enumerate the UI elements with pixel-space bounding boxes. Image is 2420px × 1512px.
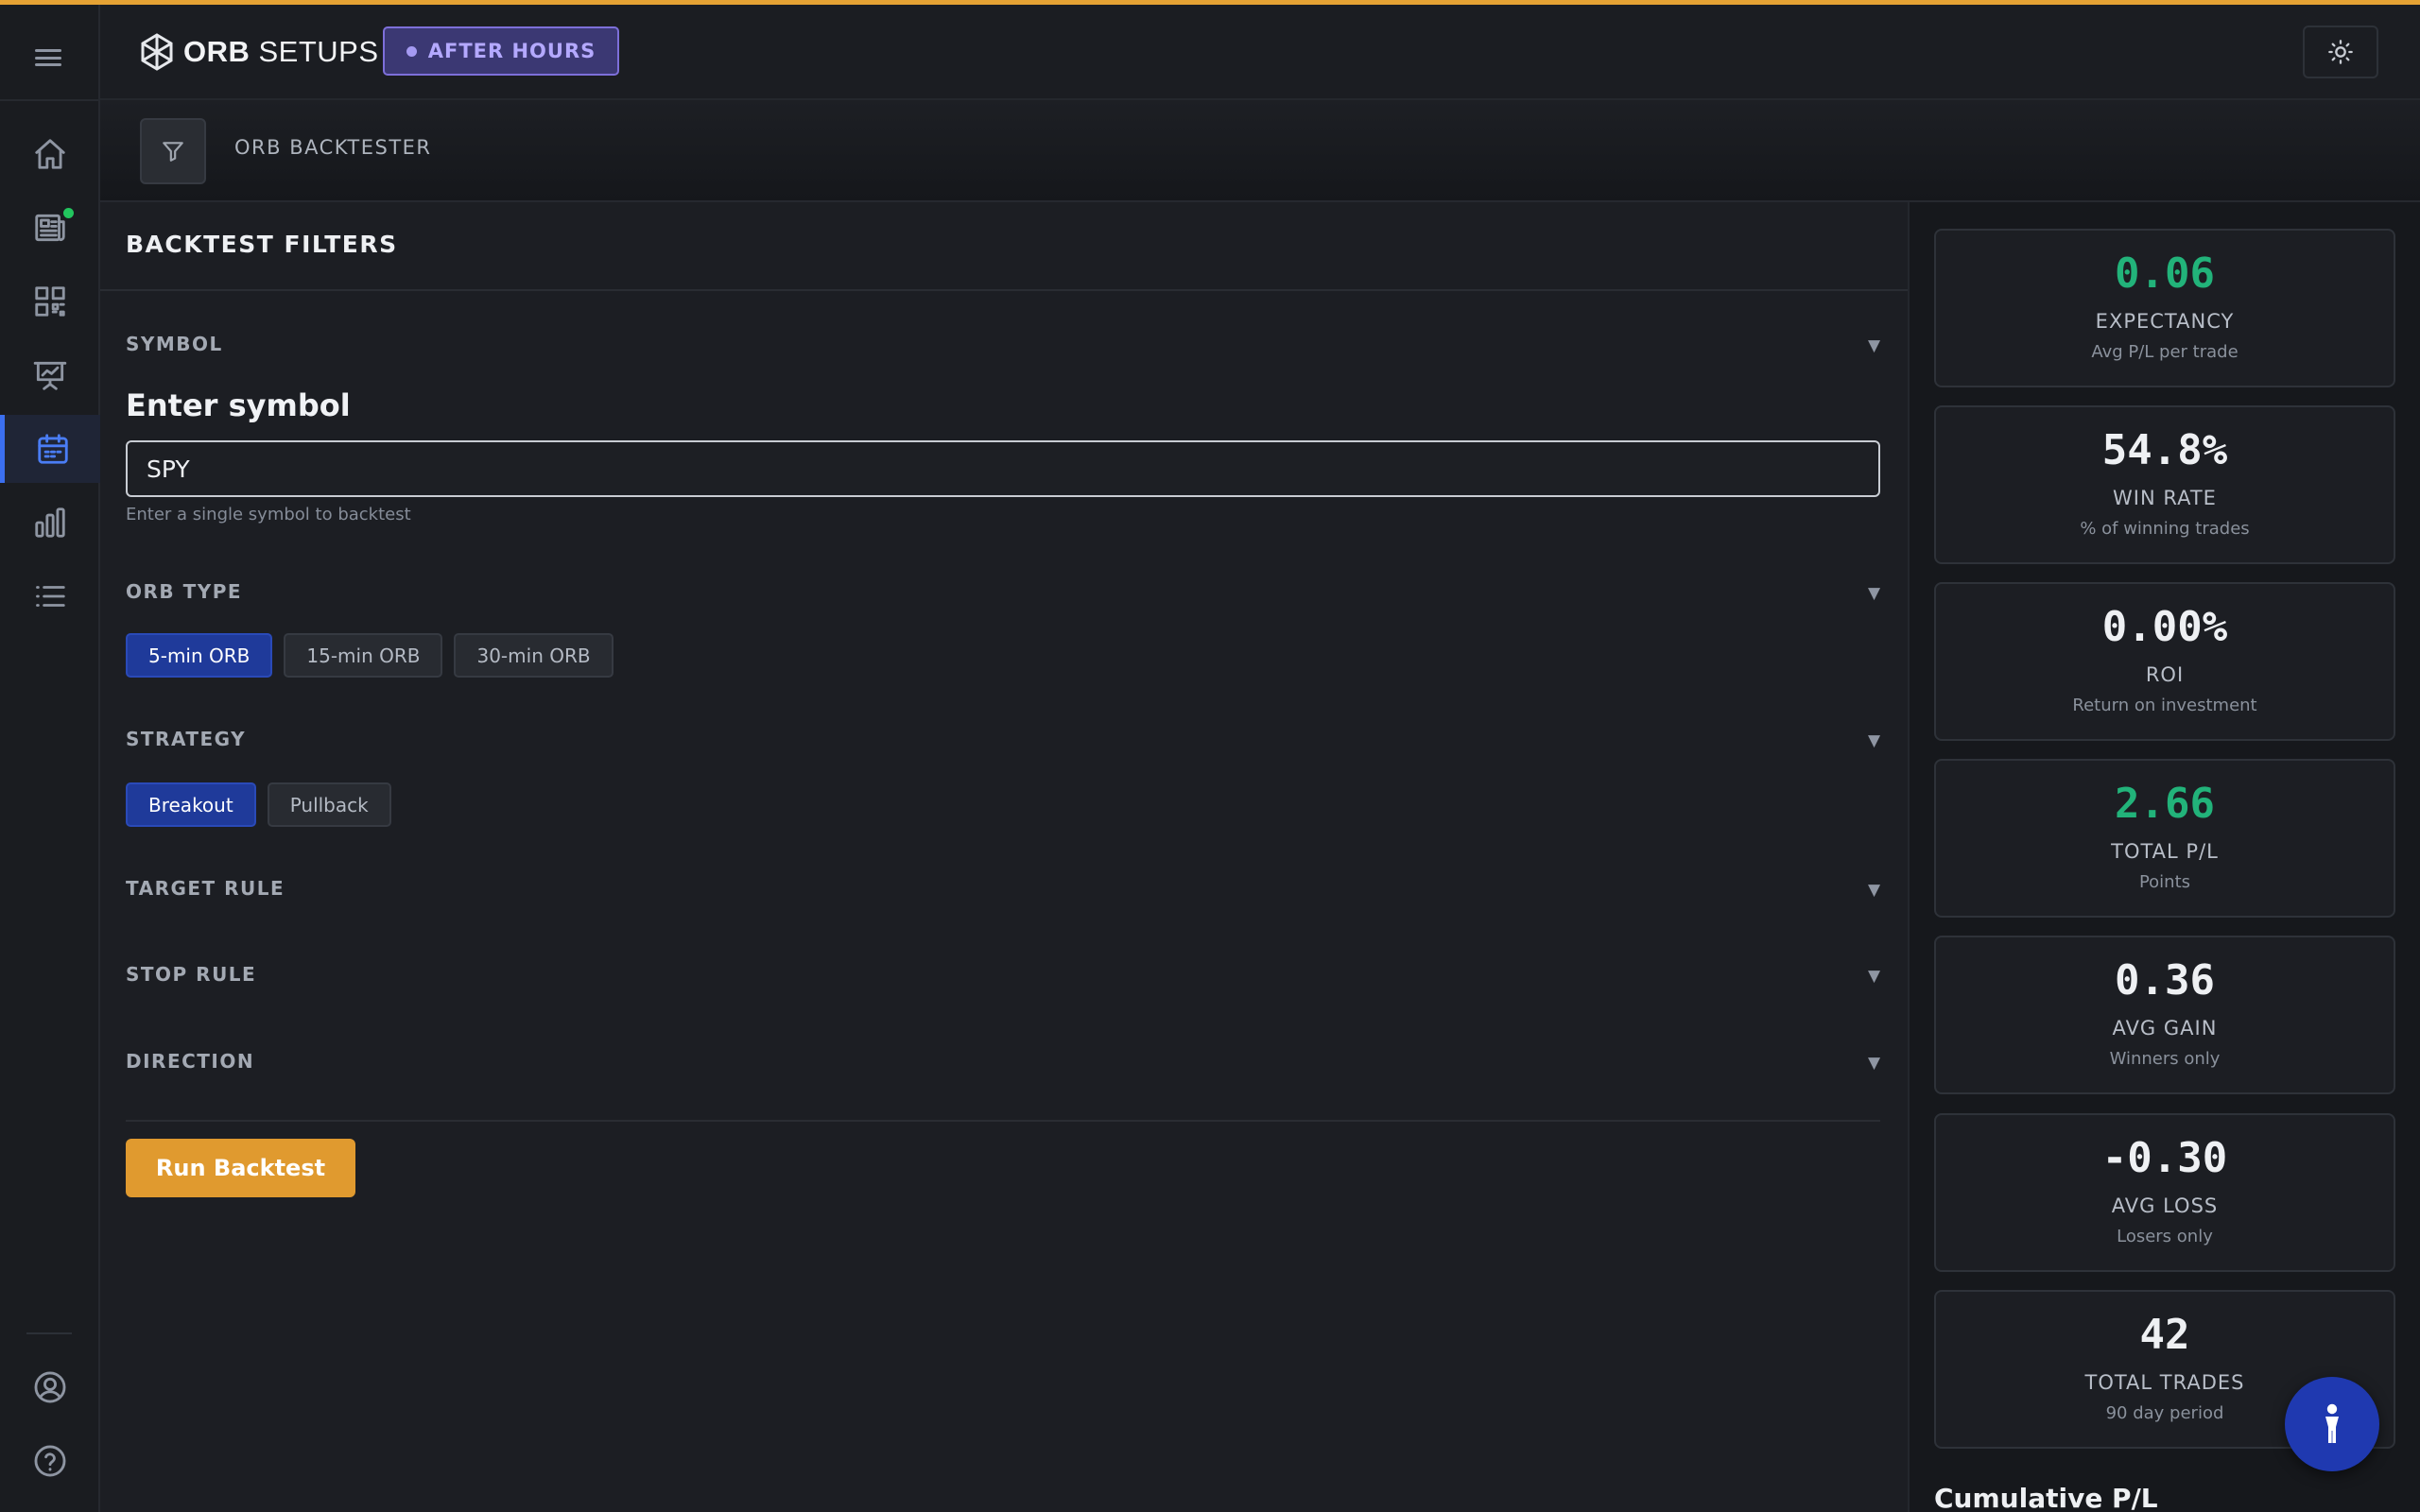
list-icon (36, 586, 65, 607)
run-backtest-button[interactable]: Run Backtest (126, 1139, 355, 1197)
sidebar-item-scanner[interactable] (0, 267, 100, 335)
newspaper-icon (35, 214, 65, 242)
section-target-rule[interactable]: TARGET RULE (126, 877, 285, 900)
calendar-icon (37, 434, 68, 464)
section-strategy[interactable]: STRATEGY (126, 728, 246, 750)
stat-label: WIN RATE (2113, 487, 2217, 509)
orb-type-5min-button[interactable]: 5-min ORB (126, 633, 273, 678)
user-circle-icon (34, 1371, 66, 1403)
filter-toggle-button[interactable] (140, 118, 206, 184)
accessibility-icon (2325, 1403, 2339, 1443)
sidebar-item-list[interactable] (0, 562, 100, 630)
stat-card-roi: 0.00% ROI Return on investment (1934, 582, 2395, 741)
filters-divider (100, 289, 1908, 291)
status-dot (406, 45, 417, 57)
cumulative-pl-title: Cumulative P/L (1934, 1483, 2158, 1512)
symbol-chevron-down-icon[interactable]: ▼ (1868, 336, 1880, 355)
stat-subtitle: % of winning trades (2080, 519, 2250, 539)
sidebar (0, 5, 100, 1512)
stat-value: 2.66 (2115, 780, 2215, 828)
orb-type-30min-button[interactable]: 30-min ORB (454, 633, 614, 678)
hamburger-menu-icon[interactable] (32, 46, 64, 69)
target-rule-chevron-down-icon[interactable]: ▼ (1868, 881, 1880, 900)
orb-type-15min-button[interactable]: 15-min ORB (284, 633, 443, 678)
qr-grid-icon (35, 286, 65, 317)
symbol-helper-text: Enter a single symbol to backtest (126, 505, 411, 524)
help-circle-icon (34, 1445, 66, 1477)
bar-chart-icon (35, 507, 65, 538)
stat-card-avg-gain: 0.36 AVG GAIN Winners only (1934, 936, 2395, 1094)
stat-card-expectancy: 0.06 EXPECTANCY Avg P/L per trade (1934, 229, 2395, 387)
sun-icon (2328, 40, 2353, 64)
top-header: ORB SETUPS AFTER HOURS (100, 5, 2420, 100)
stat-label: EXPECTANCY (2095, 310, 2235, 333)
sidebar-item-presentation[interactable] (0, 341, 100, 409)
sidebar-item-stats[interactable] (0, 489, 100, 557)
notification-dot (63, 208, 74, 218)
symbol-input[interactable] (126, 440, 1880, 497)
sidebar-item-help[interactable] (0, 1427, 100, 1495)
stat-card-win-rate: 54.8% WIN RATE % of winning trades (1934, 405, 2395, 564)
symbol-input-label: Enter symbol (126, 387, 351, 423)
section-orb-type[interactable]: ORB TYPE (126, 580, 242, 603)
strategy-breakout-button[interactable]: Breakout (126, 782, 256, 827)
stat-value: 0.00% (2101, 603, 2228, 651)
accessibility-button[interactable] (2285, 1377, 2379, 1471)
section-direction[interactable]: DIRECTION (126, 1050, 254, 1073)
market-status-badge: AFTER HOURS (383, 26, 619, 76)
backtest-filters-panel: BACKTEST FILTERS SYMBOL ▼ Enter symbol E… (100, 202, 1908, 1512)
stat-subtitle: Losers only (2117, 1227, 2213, 1246)
filter-icon (163, 142, 183, 162)
chart-board-icon (33, 361, 67, 390)
direction-chevron-down-icon[interactable]: ▼ (1868, 1054, 1880, 1073)
home-icon (35, 139, 65, 169)
stat-subtitle: Avg P/L per trade (2091, 342, 2238, 362)
stat-subtitle: Return on investment (2072, 696, 2257, 715)
sidebar-divider (0, 99, 100, 101)
breadcrumb: ORB BACKTESTER (100, 100, 2420, 202)
orb-type-chevron-down-icon[interactable]: ▼ (1868, 584, 1880, 603)
hexagon-logo-icon (141, 33, 173, 71)
theme-toggle-button[interactable] (2303, 26, 2378, 78)
stat-label: ROI (2145, 663, 2185, 686)
sidebar-bottom-divider (26, 1332, 72, 1334)
orb-type-options: 5-min ORB 15-min ORB 30-min ORB (126, 633, 614, 678)
stat-label: AVG LOSS (2111, 1194, 2219, 1217)
market-status-text: AFTER HOURS (427, 40, 596, 62)
stat-value: 0.36 (2115, 956, 2215, 1005)
stat-card-total-pl: 2.66 TOTAL P/L Points (1934, 759, 2395, 918)
strategy-pullback-button[interactable]: Pullback (267, 782, 391, 827)
stat-value: 54.8% (2101, 426, 2228, 474)
section-symbol[interactable]: SYMBOL (126, 333, 223, 355)
stat-value: 0.06 (2115, 249, 2215, 298)
filters-title: BACKTEST FILTERS (126, 231, 398, 258)
filters-footer-divider (126, 1120, 1880, 1122)
section-stop-rule[interactable]: STOP RULE (126, 963, 256, 986)
sidebar-item-news[interactable] (0, 194, 100, 262)
stat-card-avg-loss: -0.30 AVG LOSS Losers only (1934, 1113, 2395, 1272)
stop-rule-chevron-down-icon[interactable]: ▼ (1868, 967, 1880, 986)
stat-label: TOTAL P/L (2111, 840, 2219, 863)
stat-label: AVG GAIN (2112, 1017, 2218, 1040)
strategy-chevron-down-icon[interactable]: ▼ (1868, 731, 1880, 750)
stat-value: 42 (2139, 1311, 2190, 1359)
sidebar-item-account[interactable] (0, 1353, 100, 1421)
page-title: ORB BACKTESTER (234, 136, 432, 159)
strategy-options: Breakout Pullback (126, 782, 391, 827)
sidebar-item-home[interactable] (0, 120, 100, 188)
stats-panel: 0.06 EXPECTANCY Avg P/L per trade 54.8% … (1908, 202, 2420, 1512)
stat-subtitle: Winners only (2109, 1049, 2221, 1069)
stat-value: -0.30 (2101, 1134, 2228, 1182)
app-name: ORB SETUPS (183, 35, 379, 68)
app-logo[interactable]: ORB SETUPS (140, 33, 379, 71)
sidebar-item-calendar[interactable] (0, 415, 100, 483)
stat-subtitle: Points (2138, 872, 2191, 892)
